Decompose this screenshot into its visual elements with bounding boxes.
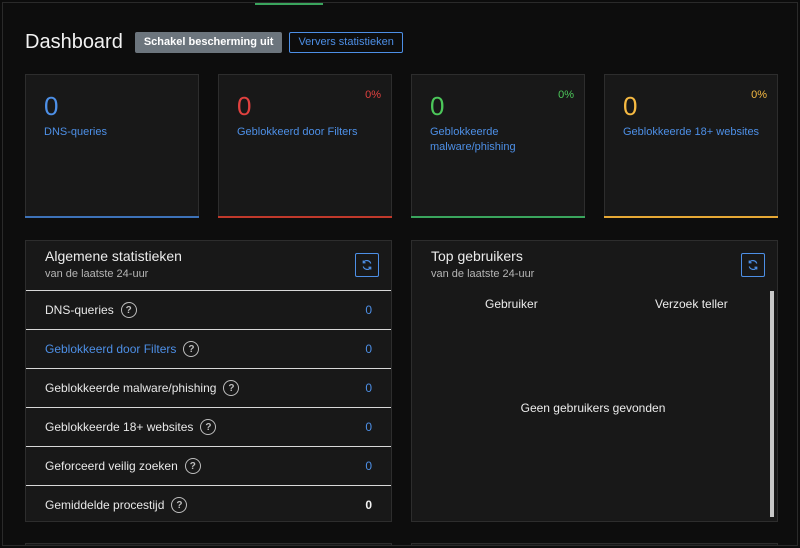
card-label-link[interactable]: Geblokkeerd door Filters bbox=[237, 125, 377, 140]
card-percent: 0% bbox=[751, 89, 767, 101]
card-value: 0 bbox=[623, 91, 638, 121]
card-percent: 0% bbox=[365, 89, 381, 101]
stat-row-avg-processing: Gemiddelde procestijd ? 0 bbox=[26, 485, 391, 524]
stat-value: 0 bbox=[365, 303, 372, 317]
general-stats-refresh-button[interactable] bbox=[355, 253, 379, 277]
card-percent: 0% bbox=[558, 89, 574, 101]
top-users-panel: Top gebruikers van de laatste 24-uur Geb… bbox=[411, 240, 778, 522]
stat-row-blocked-adult: Geblokkeerde 18+ websites ? 0 bbox=[26, 407, 391, 446]
general-statistics-panel: Algemene statistieken van de laatste 24-… bbox=[25, 240, 392, 522]
stat-row-blocked-filters: Geblokkeerd door Filters ? 0 bbox=[26, 329, 391, 368]
page-header: Dashboard Schakel bescherming uit Verver… bbox=[25, 29, 403, 55]
stat-label: Geblokkeerde 18+ websites bbox=[45, 420, 194, 434]
help-icon[interactable]: ? bbox=[223, 380, 240, 396]
card-dns-queries: 0 DNS-queries bbox=[25, 74, 199, 218]
stat-value: 0 bbox=[365, 342, 372, 356]
bottom-panel-right bbox=[411, 543, 778, 545]
stat-row-dns-queries: DNS-queries ? 0 bbox=[26, 290, 391, 329]
stat-value: 0 bbox=[365, 381, 372, 395]
panel-title: Algemene statistieken bbox=[45, 248, 182, 264]
stat-label: DNS-queries bbox=[45, 303, 114, 317]
card-label-link[interactable]: DNS-queries bbox=[44, 125, 184, 140]
stat-value: 0 bbox=[365, 459, 372, 473]
stat-label-link[interactable]: Geblokkeerd door Filters bbox=[45, 342, 176, 356]
top-users-refresh-button[interactable] bbox=[741, 253, 765, 277]
refresh-statistics-button[interactable]: Ververs statistieken bbox=[289, 31, 403, 53]
stat-label: Gemiddelde procestijd bbox=[45, 498, 165, 512]
card-value: 0 bbox=[430, 91, 445, 121]
card-blocked-malware: 0 Geblokkeerde malware/phishing 0% bbox=[411, 74, 585, 218]
stat-label: Geblokkeerde malware/phishing bbox=[45, 381, 217, 395]
bottom-panel-left bbox=[25, 543, 392, 545]
disable-protection-button[interactable]: Schakel bescherming uit bbox=[134, 31, 283, 53]
app-frame: Dashboard Schakel bescherming uit Verver… bbox=[2, 2, 798, 546]
panel-subtitle: van de laatste 24-uur bbox=[45, 268, 149, 280]
card-blocked-adult: 0 Geblokkeerde 18+ websites 0% bbox=[604, 74, 778, 218]
empty-state-message: Geen gebruikers gevonden bbox=[520, 401, 666, 415]
card-bottom-bar bbox=[25, 216, 199, 218]
card-value: 0 bbox=[237, 91, 252, 121]
refresh-icon bbox=[748, 260, 758, 270]
stat-value: 0 bbox=[365, 420, 372, 434]
help-icon[interactable]: ? bbox=[200, 419, 217, 435]
card-bottom-bar bbox=[604, 216, 778, 218]
card-blocked-filters: 0 Geblokkeerd door Filters 0% bbox=[218, 74, 392, 218]
help-icon[interactable]: ? bbox=[184, 458, 201, 474]
help-icon[interactable]: ? bbox=[120, 302, 137, 318]
column-header-request-count[interactable]: Verzoek teller bbox=[655, 297, 728, 311]
help-icon[interactable]: ? bbox=[171, 497, 188, 513]
panel-title: Top gebruikers bbox=[431, 248, 523, 264]
card-bottom-bar bbox=[218, 216, 392, 218]
stat-value: 0 bbox=[365, 498, 372, 512]
stat-row-safe-search: Geforceerd veilig zoeken ? 0 bbox=[26, 446, 391, 485]
help-icon[interactable]: ? bbox=[183, 341, 200, 357]
page-title: Dashboard bbox=[25, 30, 123, 53]
vertical-scrollbar[interactable] bbox=[770, 291, 774, 517]
card-bottom-bar bbox=[411, 216, 585, 218]
panel-subtitle: van de laatste 24-uur bbox=[431, 268, 535, 280]
stat-row-blocked-malware: Geblokkeerde malware/phishing ? 0 bbox=[26, 368, 391, 407]
card-label-link[interactable]: Geblokkeerde 18+ websites bbox=[623, 125, 763, 140]
column-header-user[interactable]: Gebruiker bbox=[485, 297, 538, 311]
top-accent-line bbox=[255, 3, 323, 5]
card-value: 0 bbox=[44, 91, 59, 121]
refresh-icon bbox=[362, 260, 372, 270]
card-label-link[interactable]: Geblokkeerde malware/phishing bbox=[430, 125, 570, 155]
stat-label: Geforceerd veilig zoeken bbox=[45, 459, 178, 473]
